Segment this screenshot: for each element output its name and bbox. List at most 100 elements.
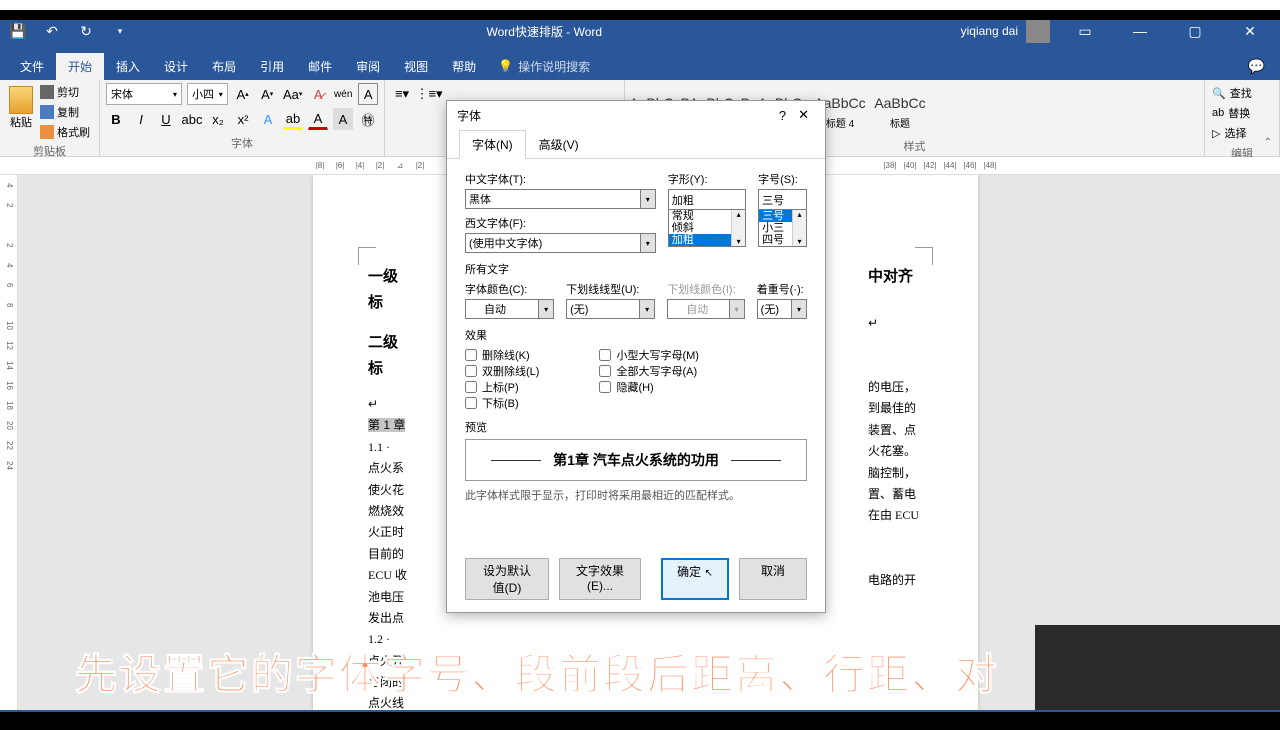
- font-color-combo[interactable]: 自动▾: [465, 299, 554, 319]
- sub-check[interactable]: 下标(B): [465, 395, 539, 411]
- underline-combo[interactable]: (无)▾: [566, 299, 655, 319]
- close-icon[interactable]: ✕: [1230, 16, 1270, 46]
- underline-button[interactable]: U: [156, 108, 176, 130]
- change-case-button[interactable]: Aa▾: [282, 83, 303, 105]
- underline-color-label: 下划线颜色(I):: [667, 281, 744, 297]
- collapse-ribbon-icon[interactable]: ⌃: [1264, 137, 1272, 148]
- scrollbar[interactable]: ▴▾: [792, 210, 806, 246]
- ribbon-display-icon[interactable]: ▭: [1065, 16, 1105, 46]
- qat-dropdown-icon[interactable]: ▾: [112, 23, 128, 39]
- tab-home[interactable]: 开始: [56, 53, 104, 80]
- underline-label: 下划线线型(U):: [566, 281, 655, 297]
- text-effects-button[interactable]: 文字效果(E)...: [559, 558, 641, 600]
- style-label: 字形(Y):: [668, 171, 746, 187]
- tab-view[interactable]: 视图: [392, 53, 440, 80]
- subscript-button[interactable]: x₂: [208, 108, 228, 130]
- bullets-button[interactable]: ≡▾: [391, 83, 413, 105]
- chevron-down-icon: ▾: [729, 300, 744, 318]
- font-size-select[interactable]: 小四▾: [187, 83, 228, 105]
- enclose-char-button[interactable]: ㊕: [358, 108, 378, 130]
- maximize-icon[interactable]: ▢: [1175, 16, 1215, 46]
- replace-icon: ab: [1212, 107, 1224, 119]
- phonetic-button[interactable]: wén: [333, 83, 353, 105]
- tab-advanced[interactable]: 高级(V): [526, 130, 592, 159]
- tab-references[interactable]: 引用: [248, 53, 296, 80]
- tab-font[interactable]: 字体(N): [459, 130, 526, 159]
- scrollbar[interactable]: ▴▾: [731, 210, 745, 246]
- cut-button[interactable]: 剪切: [39, 83, 91, 101]
- char-shading-button[interactable]: A: [333, 108, 353, 130]
- size-label: 字号(S):: [758, 171, 807, 187]
- tell-me-search[interactable]: 💡 操作说明搜索: [498, 58, 590, 75]
- numbering-button[interactable]: ⋮≡▾: [418, 83, 440, 105]
- comments-icon[interactable]: 💬: [1248, 58, 1265, 75]
- font-dialog: 字体 ? ✕ 字体(N) 高级(V) 中文字体(T): 黑体▾ 西文字体(F):…: [446, 100, 826, 613]
- style-listbox[interactable]: 常规 倾斜 加粗 ▴▾: [668, 209, 746, 247]
- en-font-label: 西文字体(F):: [465, 215, 656, 231]
- chevron-down-icon: ▾: [640, 234, 655, 252]
- style-item[interactable]: AaBbCc标题: [871, 85, 929, 140]
- preview-label: 预览: [465, 419, 807, 435]
- allcaps-check[interactable]: 全部大写字母(A): [599, 363, 699, 379]
- cancel-button[interactable]: 取消: [739, 558, 807, 600]
- font-name-select[interactable]: 宋体▾: [106, 83, 182, 105]
- scissors-icon: [40, 85, 54, 99]
- emphasis-combo[interactable]: (无)▾: [757, 299, 807, 319]
- strike-button[interactable]: abc: [181, 108, 203, 130]
- tab-mailings[interactable]: 邮件: [296, 53, 344, 80]
- clear-format-button[interactable]: A̷: [308, 83, 328, 105]
- video-thumbnail: [1035, 625, 1280, 710]
- set-default-button[interactable]: 设为默认值(D): [465, 558, 549, 600]
- chevron-down-icon: ▾: [538, 300, 553, 318]
- user-account[interactable]: yiqiang dai: [961, 19, 1050, 43]
- tab-design[interactable]: 设计: [152, 53, 200, 80]
- font-color-button[interactable]: A: [308, 108, 328, 130]
- redo-icon[interactable]: ↻: [78, 23, 94, 39]
- style-input[interactable]: 加粗: [668, 189, 746, 209]
- tab-file[interactable]: 文件: [8, 53, 56, 80]
- all-text-label: 所有文字: [465, 261, 807, 277]
- copy-button[interactable]: 复制: [39, 103, 91, 121]
- chevron-down-icon: ▾: [791, 300, 806, 318]
- tab-layout[interactable]: 布局: [200, 53, 248, 80]
- strike-check[interactable]: 删除线(K): [465, 347, 539, 363]
- preview-note: 此字体样式限于显示，打印时将采用最相近的匹配样式。: [465, 487, 807, 503]
- minimize-icon[interactable]: —: [1120, 16, 1160, 46]
- dstrike-check[interactable]: 双删除线(L): [465, 363, 539, 379]
- cursor-icon: ↖: [704, 568, 712, 579]
- close-icon[interactable]: ✕: [792, 107, 815, 123]
- bold-button[interactable]: B: [106, 108, 126, 130]
- ok-button[interactable]: 确定 ↖: [661, 558, 729, 600]
- cn-font-combo[interactable]: 黑体▾: [465, 189, 656, 209]
- tab-review[interactable]: 审阅: [344, 53, 392, 80]
- italic-button[interactable]: I: [131, 108, 151, 130]
- find-button[interactable]: 🔍查找: [1210, 83, 1274, 103]
- format-painter-button[interactable]: 格式刷: [39, 123, 91, 141]
- smallcaps-check[interactable]: 小型大写字母(M): [599, 347, 699, 363]
- shrink-font-button[interactable]: A▾: [257, 83, 277, 105]
- highlight-button[interactable]: ab: [283, 108, 303, 130]
- grow-font-button[interactable]: A▴: [233, 83, 253, 105]
- superscript-button[interactable]: x²: [233, 108, 253, 130]
- cn-font-label: 中文字体(T):: [465, 171, 656, 187]
- vertical-ruler[interactable]: 4224681012141618202224: [0, 175, 18, 710]
- size-listbox[interactable]: 三号 小三 四号 ▴▾: [758, 209, 807, 247]
- undo-icon[interactable]: ↶: [44, 23, 60, 39]
- char-border-button[interactable]: A: [358, 83, 378, 105]
- en-font-combo[interactable]: (使用中文字体)▾: [465, 233, 656, 253]
- hidden-check[interactable]: 隐藏(H): [599, 379, 699, 395]
- replace-button[interactable]: ab替换: [1210, 103, 1274, 123]
- avatar: [1026, 19, 1050, 43]
- tab-help[interactable]: 帮助: [440, 53, 488, 80]
- help-icon[interactable]: ?: [773, 108, 792, 123]
- super-check[interactable]: 上标(P): [465, 379, 539, 395]
- margin-corner: [358, 247, 376, 265]
- search-icon: 🔍: [1212, 87, 1226, 100]
- size-input[interactable]: 三号: [758, 189, 807, 209]
- font-preview: 第1章 汽车点火系统的功用: [465, 439, 807, 481]
- tab-insert[interactable]: 插入: [104, 53, 152, 80]
- clipboard-icon: [9, 86, 33, 114]
- save-icon[interactable]: 💾: [10, 23, 26, 39]
- paste-button[interactable]: 粘贴: [6, 83, 36, 141]
- text-effects-button[interactable]: A: [258, 108, 278, 130]
